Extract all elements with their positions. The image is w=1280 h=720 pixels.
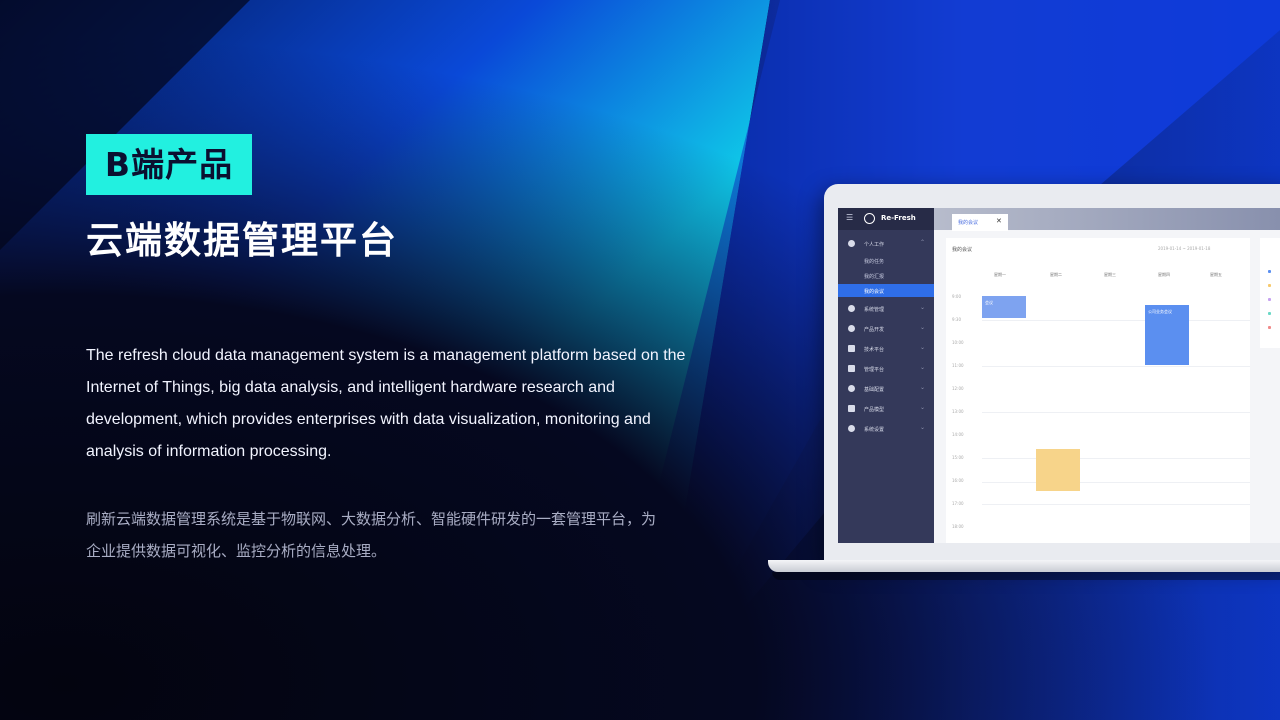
sidebar-item-label: 个人工作 <box>864 242 885 248</box>
chevron-down-icon: ⌄ <box>920 384 926 391</box>
description-chinese: 刷新云端数据管理系统是基于物联网、大数据分析、智能硬件研发的一套管理平台，为企业… <box>86 510 657 560</box>
chevron-down-icon: ⌄ <box>920 324 926 331</box>
time-label: 18:00 <box>952 524 964 529</box>
brand-name: Re-Fresh <box>881 214 916 222</box>
legend-dot <box>1268 270 1271 273</box>
grid-line <box>982 412 1250 413</box>
gear-icon <box>848 425 855 432</box>
logo-bar: ☰ Re-Fresh <box>838 208 934 230</box>
hamburger-menu-icon[interactable]: ☰ <box>846 213 853 222</box>
time-label: 17:00 <box>952 501 964 506</box>
sidebar-subitem-reports[interactable]: 我的汇报 <box>838 269 934 282</box>
sidebar-subitem-meetings[interactable]: 我的会议 <box>838 284 934 297</box>
sidebar-item-system-settings[interactable]: 系统设置 ⌄ <box>838 422 934 436</box>
chevron-up-icon: ⌃ <box>920 239 926 246</box>
event-label: 会议 <box>985 300 993 305</box>
description-english: The refresh cloud data management system… <box>86 347 686 460</box>
time-label: 12:00 <box>952 386 964 391</box>
config-icon <box>848 385 855 392</box>
time-label: 14:00 <box>952 432 964 437</box>
sidebar-item-management-platform[interactable]: 管理平台 ⌄ <box>838 362 934 376</box>
calendar-event[interactable]: 会议 <box>982 296 1026 318</box>
legend-dot <box>1268 284 1271 287</box>
calendar-panel: 我的会议 2019-01-14 ~ 2019-01-18 星期一 星期二 星期三… <box>946 238 1250 543</box>
calendar-event[interactable]: 公司业务会议 <box>1145 305 1189 365</box>
sidebar-item-label: 技术平台 <box>864 347 885 353</box>
page-title: 云端数据管理平台 <box>86 219 398 262</box>
calendar-event[interactable] <box>1036 449 1080 491</box>
grid-line <box>982 482 1250 483</box>
chevron-down-icon: ⌄ <box>920 364 926 371</box>
folder-icon <box>848 345 855 352</box>
event-label: 公司业务会议 <box>1148 309 1172 314</box>
sidebar-item-label: 基础配置 <box>864 387 885 393</box>
product-icon <box>848 325 855 332</box>
legend-dot <box>1268 298 1271 301</box>
grid-line <box>982 504 1250 505</box>
chevron-down-icon: ⌄ <box>920 304 926 311</box>
model-icon <box>848 405 855 412</box>
date-range[interactable]: 2019-01-14 ~ 2019-01-18 <box>1158 246 1210 251</box>
time-label: 10:00 <box>952 340 964 345</box>
grid-line <box>982 458 1250 459</box>
day-header: 星期五 <box>1210 272 1222 277</box>
sidebar-subitem-tasks[interactable]: 我的任务 <box>838 254 934 267</box>
legend-dot <box>1268 326 1271 329</box>
sidebar-item-basic-config[interactable]: 基础配置 ⌄ <box>838 382 934 396</box>
chevron-down-icon: ⌄ <box>920 344 926 351</box>
sidebar-item-product-dev[interactable]: 产品开发 ⌄ <box>838 322 934 336</box>
legend-card <box>1260 238 1280 348</box>
laptop-screen: ☰ Re-Fresh 个人工作 ⌃ 我的任务 我的汇报 我的会议 系统管理 ⌄ … <box>838 208 1280 543</box>
logo-icon <box>864 213 875 224</box>
close-icon[interactable]: ✕ <box>996 217 1002 225</box>
sidebar-item-personal-work[interactable]: 个人工作 ⌃ <box>838 237 934 251</box>
time-label: 15:00 <box>952 455 964 460</box>
product-tag: B端产品 <box>86 134 252 195</box>
time-label: 13:00 <box>952 409 964 414</box>
laptop-base <box>768 560 1280 572</box>
chevron-down-icon: ⌄ <box>920 404 926 411</box>
sidebar-item-label: 系统管理 <box>864 307 885 313</box>
sidebar-subitem-label: 我的任务 <box>864 259 885 265</box>
sidebar-item-product-model[interactable]: 产品模型 ⌄ <box>838 402 934 416</box>
tab-label: 我的会议 <box>958 220 979 226</box>
sidebar-item-label: 系统设置 <box>864 427 885 433</box>
sidebar-subitem-label: 我的会议 <box>864 289 885 295</box>
day-header: 星期四 <box>1158 272 1170 277</box>
grid-line <box>982 320 1250 321</box>
legend-dot <box>1268 312 1271 315</box>
sidebar-item-tech-platform[interactable]: 技术平台 ⌄ <box>838 342 934 356</box>
day-header: 星期一 <box>994 272 1006 277</box>
grid-line <box>982 366 1250 367</box>
sidebar-item-label: 产品模型 <box>864 407 885 413</box>
calendar-title: 我的会议 <box>952 247 973 253</box>
day-header: 星期三 <box>1104 272 1116 277</box>
time-label: 9:30 <box>952 317 961 322</box>
day-header: 星期二 <box>1050 272 1062 277</box>
app-sidebar: ☰ Re-Fresh 个人工作 ⌃ 我的任务 我的汇报 我的会议 系统管理 ⌄ … <box>838 208 934 543</box>
sidebar-subitem-label: 我的汇报 <box>864 274 885 280</box>
time-label: 9:00 <box>952 294 961 299</box>
sidebar-item-label: 管理平台 <box>864 367 885 373</box>
sidebar-item-system-management[interactable]: 系统管理 ⌄ <box>838 302 934 316</box>
sidebar-item-label: 产品开发 <box>864 327 885 333</box>
time-label: 11:00 <box>952 363 964 368</box>
laptop-base-shadow <box>772 572 1280 580</box>
settings-icon <box>848 305 855 312</box>
time-label: 16:00 <box>952 478 964 483</box>
chevron-down-icon: ⌄ <box>920 424 926 431</box>
user-icon <box>848 240 855 247</box>
tab-my-meetings[interactable]: 我的会议 ✕ <box>952 214 1008 231</box>
monitor-icon <box>848 365 855 372</box>
